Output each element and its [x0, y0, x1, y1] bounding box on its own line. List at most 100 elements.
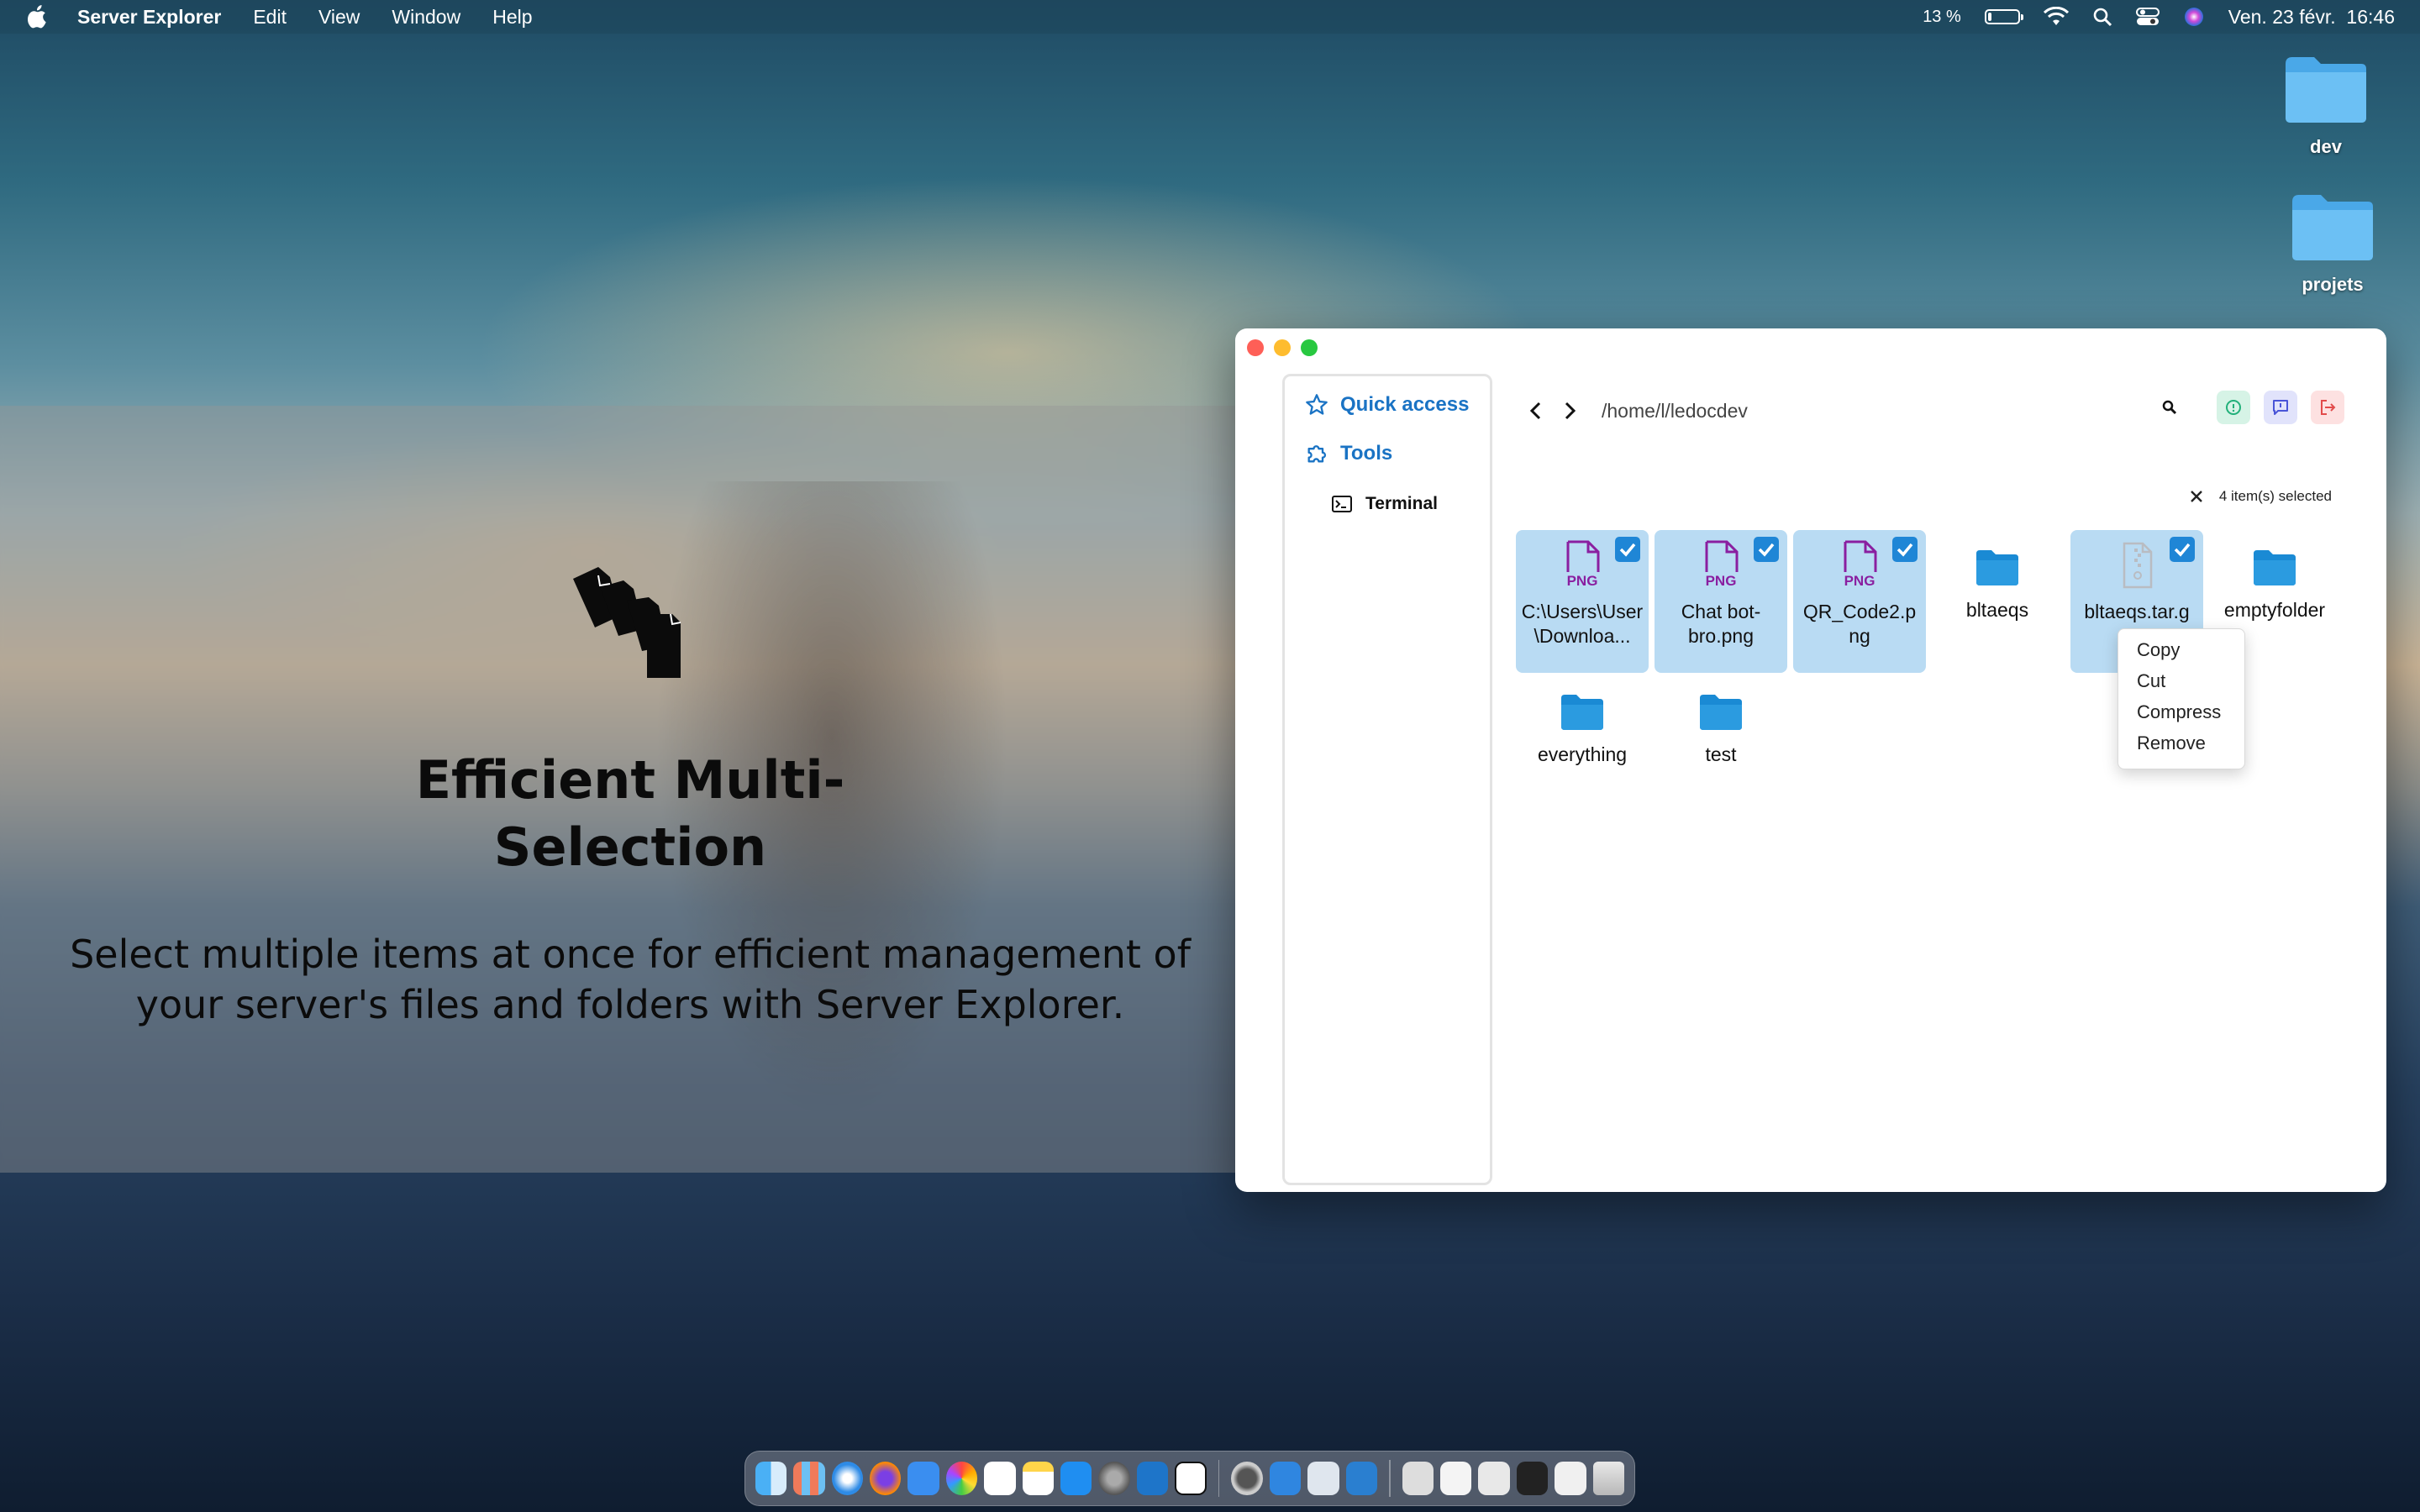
apple-icon[interactable] [27, 5, 49, 29]
menu-item-cut[interactable]: Cut [2118, 665, 2244, 696]
battery-percent: 13 % [1923, 7, 1961, 26]
feedback-button[interactable] [2264, 391, 2297, 424]
checkmark-icon [2174, 543, 2191, 557]
menu-edit[interactable]: Edit [253, 6, 287, 29]
clear-selection-icon[interactable] [2189, 489, 2204, 504]
folder-item[interactable]: everything [1516, 675, 1649, 817]
launchpad-icon[interactable] [793, 1462, 825, 1495]
desktop-folder-dev[interactable]: dev [2267, 52, 2385, 158]
notes-icon[interactable] [1022, 1462, 1054, 1495]
server-explorer-window: Quick access Tools Terminal /home/l/ledo… [1235, 328, 2386, 1192]
dock [744, 1451, 1635, 1506]
desktop-folder-label: dev [2310, 136, 2342, 157]
checkbox-checked[interactable] [1892, 537, 1918, 562]
path-toolbar: /home/l/ledocdev [1521, 394, 1748, 428]
file-item[interactable]: PNG Chat bot-bro.png [1655, 530, 1787, 673]
notion-icon[interactable] [1174, 1462, 1207, 1495]
chevron-left-icon [1529, 402, 1541, 420]
menu-view[interactable]: View [318, 6, 360, 29]
server-explorer-icon[interactable] [1345, 1462, 1377, 1495]
menu-item-compress[interactable]: Compress [2118, 696, 2244, 727]
desktop-folder-label: projets [2302, 274, 2364, 295]
info-icon [2226, 400, 2241, 415]
window-controls [1247, 339, 1318, 356]
preview-icon[interactable] [1307, 1462, 1339, 1495]
app-store-icon[interactable] [1060, 1462, 1092, 1495]
minimized-window-icon[interactable] [1440, 1462, 1472, 1495]
clock[interactable]: Ven. 23 févr. 16:46 [2228, 6, 2395, 29]
checkbox-checked[interactable] [1754, 537, 1779, 562]
calendar-icon[interactable] [984, 1462, 1016, 1495]
back-button[interactable] [1521, 396, 1551, 426]
mail-icon[interactable] [908, 1462, 939, 1495]
multiple-documents-icon [573, 567, 681, 678]
quicktime-icon[interactable] [1231, 1462, 1263, 1495]
file-name: test [1705, 743, 1737, 765]
sidebar-item-terminal[interactable]: Terminal [1332, 494, 1438, 514]
forward-button[interactable] [1555, 396, 1585, 426]
sidebar-item-tools[interactable]: Tools [1305, 442, 1392, 465]
photos-icon[interactable] [945, 1462, 978, 1495]
toolbar-actions [2153, 391, 2344, 424]
file-name: emptyfolder [2223, 599, 2326, 621]
file-name: QR_Code2.png [1802, 601, 1917, 647]
menu-item-copy[interactable]: Copy [2118, 634, 2244, 665]
checkmark-icon [1619, 543, 1636, 557]
logout-icon [2321, 400, 2336, 415]
menu-item-remove[interactable]: Remove [2118, 727, 2244, 759]
menu-app-name[interactable]: Server Explorer [77, 6, 221, 29]
wifi-icon[interactable] [2043, 7, 2069, 27]
checkbox-checked[interactable] [2170, 537, 2195, 562]
minimized-window-icon[interactable] [1478, 1462, 1510, 1495]
dock-separator [1218, 1460, 1220, 1497]
selection-count: 4 item(s) selected [2218, 488, 2332, 504]
file-name: C:\Users\User\Downloa... [1521, 601, 1644, 647]
svg-text:PNG: PNG [1706, 573, 1737, 589]
info-button[interactable] [2217, 391, 2250, 424]
svg-text:PNG: PNG [1844, 573, 1876, 589]
sidebar: Quick access Tools Terminal [1282, 374, 1492, 1185]
battery-icon[interactable] [1984, 9, 2023, 24]
search-icon [2162, 400, 2177, 415]
zoom-window-button[interactable] [1301, 339, 1318, 356]
dock-separator [1388, 1460, 1391, 1497]
file-item[interactable]: PNG C:\Users\User\Downloa... [1516, 530, 1649, 673]
vscode-icon[interactable] [1136, 1462, 1168, 1495]
file-item[interactable]: PNG QR_Code2.png [1793, 530, 1926, 673]
spotlight-search-icon[interactable] [2092, 7, 2112, 27]
minimized-window-icon[interactable] [1555, 1462, 1586, 1495]
search-button[interactable] [2153, 391, 2186, 424]
chat-bubble-icon [2273, 400, 2288, 415]
menu-help[interactable]: Help [492, 6, 532, 29]
minimized-window-icon[interactable] [1516, 1462, 1549, 1495]
safari-icon[interactable] [831, 1462, 864, 1495]
folder-icon [2286, 57, 2366, 123]
xcode-icon[interactable] [1269, 1462, 1302, 1495]
sidebar-item-quick-access[interactable]: Quick access [1305, 393, 1469, 417]
terminal-icon [1332, 496, 1352, 512]
menu-window[interactable]: Window [392, 6, 460, 29]
folder-icon [1976, 550, 2018, 585]
promo-title: Efficient Multi-Selection [415, 749, 845, 878]
close-window-button[interactable] [1247, 339, 1264, 356]
folder-item[interactable]: test [1655, 675, 1787, 817]
sidebar-item-label: Terminal [1365, 494, 1438, 513]
checkmark-icon [1758, 543, 1775, 557]
png-file-icon: PNG [1844, 540, 1877, 589]
control-center-icon[interactable] [2135, 7, 2160, 27]
folder-icon [2254, 550, 2296, 585]
siri-icon[interactable] [2183, 6, 2205, 28]
minimized-window-icon[interactable] [1402, 1462, 1434, 1495]
finder-icon[interactable] [755, 1462, 787, 1495]
sidebar-item-label: Quick access [1340, 393, 1470, 416]
system-settings-icon[interactable] [1098, 1462, 1130, 1495]
trash-icon[interactable] [1592, 1462, 1624, 1495]
current-path[interactable]: /home/l/ledocdev [1602, 400, 1748, 423]
logout-button[interactable] [2311, 391, 2344, 424]
desktop-folder-projets[interactable]: projets [2274, 190, 2391, 296]
firefox-icon[interactable] [870, 1462, 902, 1495]
checkbox-checked[interactable] [1615, 537, 1640, 562]
folder-icon [2292, 195, 2373, 260]
folder-item[interactable]: bltaeqs [1931, 530, 2064, 673]
minimize-window-button[interactable] [1274, 339, 1291, 356]
